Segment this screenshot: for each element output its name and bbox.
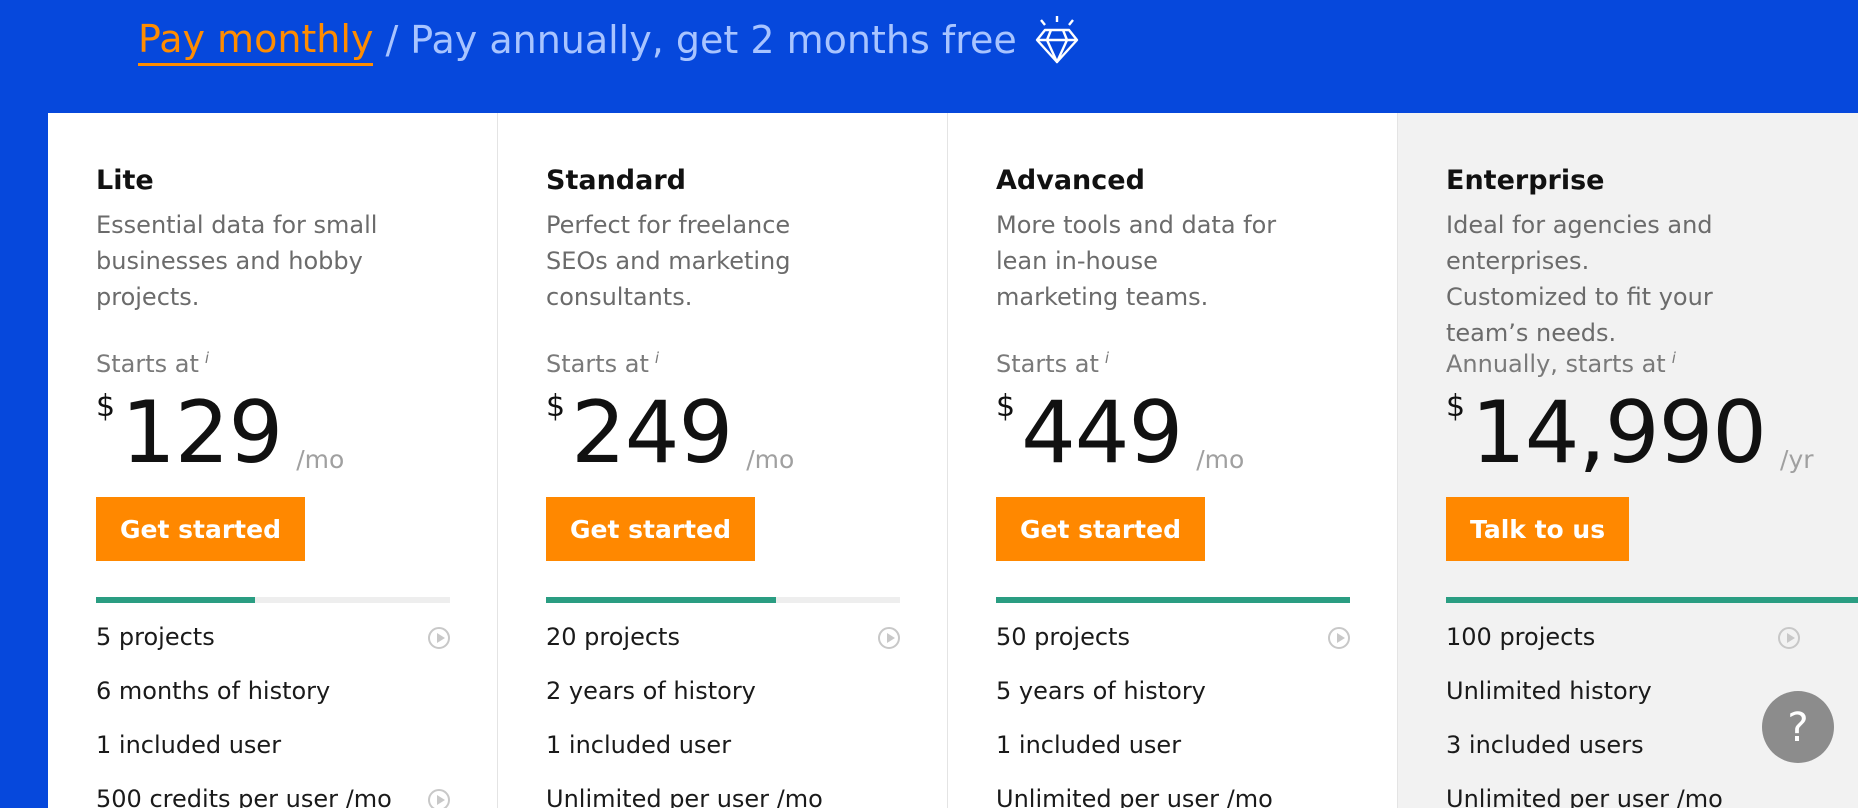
plan-name: Standard bbox=[546, 165, 686, 196]
plan-description: Ideal for agencies and enterprises. Cust… bbox=[1446, 211, 1713, 347]
usage-bar bbox=[96, 597, 450, 603]
plan-card-lite: Lite Essential data for small businesses… bbox=[48, 113, 498, 808]
list-item: 5 years of history bbox=[996, 671, 1350, 725]
feature-text: 2 years of history bbox=[546, 677, 756, 705]
feature-text: 5 projects bbox=[96, 623, 215, 651]
price-caption-text: Starts at bbox=[996, 350, 1099, 378]
feature-text: 1 included user bbox=[96, 731, 282, 759]
plan-price: $ 449 /mo bbox=[996, 383, 1244, 483]
plan-price: $ 14,990 /yr bbox=[1446, 383, 1814, 483]
feature-text: Unlimited per user /mo bbox=[996, 785, 1273, 808]
info-icon[interactable]: i bbox=[1105, 349, 1109, 367]
feature-text: 3 included users bbox=[1446, 731, 1644, 759]
price-caption-text: Annually, starts at bbox=[1446, 350, 1666, 378]
plan-price: $ 129 /mo bbox=[96, 383, 344, 483]
list-item: 500 credits per user /mo bbox=[96, 779, 450, 808]
plan-description: Essential data for small businesses and … bbox=[96, 211, 378, 311]
feature-text: 20 projects bbox=[546, 623, 680, 651]
feature-text: Unlimited history bbox=[1446, 677, 1652, 705]
list-item: 6 months of history bbox=[96, 671, 450, 725]
feature-text: 50 projects bbox=[996, 623, 1130, 651]
billing-toggle: Pay monthly / Pay annually, get 2 months… bbox=[138, 14, 1083, 66]
usage-bar-fill bbox=[996, 597, 1350, 603]
feature-text: Unlimited per user /mo bbox=[1446, 785, 1723, 808]
feature-text: 1 included user bbox=[996, 731, 1182, 759]
plan-name: Enterprise bbox=[1446, 165, 1605, 196]
price-caption: Starts at i bbox=[546, 349, 659, 378]
feature-text: 1 included user bbox=[546, 731, 732, 759]
feature-list: 100 projects Unlimited history 3 include… bbox=[1446, 617, 1800, 808]
plan-price: $ 249 /mo bbox=[546, 383, 794, 483]
play-icon[interactable] bbox=[878, 627, 900, 649]
list-item: 20 projects bbox=[546, 617, 900, 671]
price-period: /mo bbox=[296, 445, 345, 474]
list-item: 1 included user bbox=[546, 725, 900, 779]
play-icon[interactable] bbox=[1778, 627, 1800, 649]
list-item: Unlimited history bbox=[1446, 671, 1800, 725]
feature-list: 50 projects 5 years of history 1 include… bbox=[996, 617, 1350, 808]
get-started-button[interactable]: Get started bbox=[546, 497, 755, 561]
plan-card-advanced: Advanced More tools and data for lean in… bbox=[948, 113, 1398, 808]
pay-monthly-option[interactable]: Pay monthly bbox=[138, 15, 374, 66]
plan-description: Perfect for freelance SEOs and marketing… bbox=[546, 211, 791, 311]
usage-bar-fill bbox=[546, 597, 777, 603]
list-item: 2 years of history bbox=[546, 671, 900, 725]
talk-to-us-button[interactable]: Talk to us bbox=[1446, 497, 1630, 561]
list-item: Unlimited per user /mo bbox=[546, 779, 900, 808]
price-caption: Annually, starts at i bbox=[1446, 349, 1676, 378]
feature-list: 5 projects 6 months of history 1 include… bbox=[96, 617, 450, 808]
feature-text: 5 years of history bbox=[996, 677, 1206, 705]
price-caption-text: Starts at bbox=[546, 350, 649, 378]
currency-symbol: $ bbox=[996, 389, 1016, 424]
price-amount: 249 bbox=[571, 383, 733, 483]
list-item: 3 included users bbox=[1446, 725, 1800, 779]
feature-text: 100 projects bbox=[1446, 623, 1596, 651]
list-item: 1 included user bbox=[996, 725, 1350, 779]
list-item: Unlimited per user /mo bbox=[1446, 779, 1800, 808]
price-caption: Starts at i bbox=[96, 349, 209, 378]
feature-text: 500 credits per user /mo bbox=[96, 785, 392, 808]
usage-bar-fill bbox=[96, 597, 256, 603]
price-period: /mo bbox=[1196, 445, 1245, 474]
price-period: /yr bbox=[1780, 445, 1814, 474]
price-caption: Starts at i bbox=[996, 349, 1109, 378]
plan-name: Lite bbox=[96, 165, 154, 196]
play-icon[interactable] bbox=[1328, 627, 1350, 649]
help-button[interactable]: ? bbox=[1762, 691, 1834, 763]
plan-card-standard: Standard Perfect for freelance SEOs and … bbox=[498, 113, 948, 808]
currency-symbol: $ bbox=[546, 389, 566, 424]
get-started-button[interactable]: Get started bbox=[996, 497, 1205, 561]
get-started-button[interactable]: Get started bbox=[96, 497, 305, 561]
diamond-icon bbox=[1031, 14, 1083, 66]
play-icon[interactable] bbox=[428, 627, 450, 649]
list-item: 50 projects bbox=[996, 617, 1350, 671]
list-item: 1 included user bbox=[96, 725, 450, 779]
usage-bar bbox=[1446, 597, 1858, 603]
feature-text: 6 months of history bbox=[96, 677, 331, 705]
plan-description: More tools and data for lean in-house ma… bbox=[996, 211, 1277, 311]
price-period: /mo bbox=[746, 445, 795, 474]
info-icon[interactable]: i bbox=[1672, 349, 1676, 367]
pricing-cards: Lite Essential data for small businesses… bbox=[48, 113, 1858, 808]
list-item: Unlimited per user /mo bbox=[996, 779, 1350, 808]
list-item: 100 projects bbox=[1446, 617, 1800, 671]
pay-annually-option[interactable]: Pay annually, get 2 months free bbox=[410, 18, 1017, 62]
price-caption-text: Starts at bbox=[96, 350, 199, 378]
feature-list: 20 projects 2 years of history 1 include… bbox=[546, 617, 900, 808]
billing-separator: / bbox=[385, 18, 399, 62]
usage-bar bbox=[546, 597, 900, 603]
currency-symbol: $ bbox=[96, 389, 116, 424]
list-item: 5 projects bbox=[96, 617, 450, 671]
currency-symbol: $ bbox=[1446, 389, 1466, 424]
price-amount: 129 bbox=[121, 383, 283, 483]
price-amount: 449 bbox=[1021, 383, 1183, 483]
play-icon[interactable] bbox=[428, 789, 450, 808]
usage-bar bbox=[996, 597, 1350, 603]
feature-text: Unlimited per user /mo bbox=[546, 785, 823, 808]
plan-name: Advanced bbox=[996, 165, 1145, 196]
usage-bar-fill bbox=[1446, 597, 1858, 603]
price-amount: 14,990 bbox=[1471, 383, 1767, 483]
info-icon[interactable]: i bbox=[655, 349, 659, 367]
info-icon[interactable]: i bbox=[205, 349, 209, 367]
